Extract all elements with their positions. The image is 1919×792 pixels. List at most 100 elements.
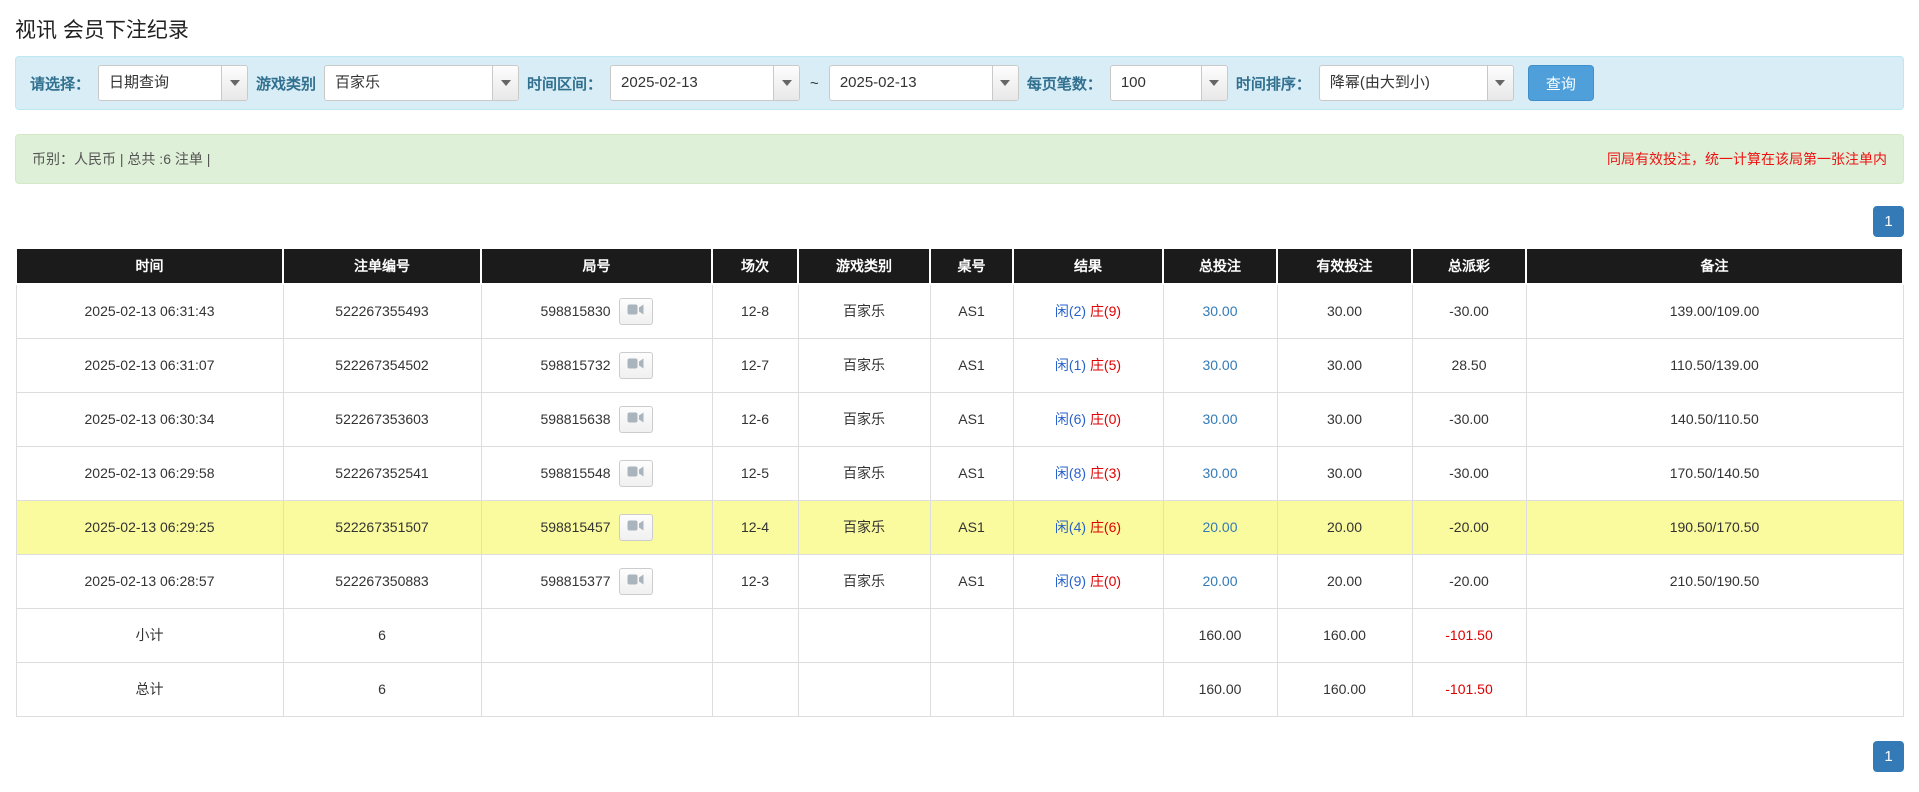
pagination-top: 1 — [15, 206, 1904, 237]
column-header: 有效投注 — [1277, 248, 1412, 284]
date-to-select[interactable]: 2025-02-13 — [829, 65, 1019, 101]
game-type-select[interactable]: 百家乐 — [324, 65, 519, 101]
session-cell: 12-7 — [712, 338, 798, 392]
table-no-cell: AS1 — [930, 284, 1013, 338]
table-row: 2025-02-13 06:29:25522267351507598815457… — [16, 500, 1903, 554]
result-cell: 闲(4) 庄(6) — [1013, 500, 1163, 554]
summary-empty-cell — [930, 662, 1013, 716]
summary-empty-cell — [712, 662, 798, 716]
payout-cell: -30.00 — [1412, 284, 1526, 338]
time-cell: 2025-02-13 06:29:58 — [16, 446, 283, 500]
total-bet-link[interactable]: 20.00 — [1202, 573, 1237, 589]
remark-cell: 210.50/190.50 — [1526, 554, 1903, 608]
round-id-wrap: 598815457 — [488, 514, 706, 541]
table-header-row: 时间注单编号局号场次游戏类别桌号结果总投注有效投注总派彩备注 — [16, 248, 1903, 284]
video-replay-button[interactable] — [619, 568, 653, 595]
total-bet-link[interactable]: 30.00 — [1202, 465, 1237, 481]
round-id-wrap: 598815830 — [488, 298, 706, 325]
summary-label-cell: 小计 — [16, 608, 283, 662]
video-replay-icon — [627, 519, 644, 535]
time-cell: 2025-02-13 06:29:25 — [16, 500, 283, 554]
chevron-down-icon[interactable] — [492, 66, 518, 100]
player-result: 闲(9) — [1055, 573, 1086, 589]
column-header: 时间 — [16, 248, 283, 284]
search-button[interactable]: 查询 — [1528, 65, 1594, 101]
date-from-select[interactable]: 2025-02-13 — [610, 65, 800, 101]
valid-bet-cell: 30.00 — [1277, 338, 1412, 392]
valid-bet-cell: 20.00 — [1277, 500, 1412, 554]
summary-empty-cell — [798, 662, 930, 716]
video-replay-button[interactable] — [619, 514, 653, 541]
payout-cell: 28.50 — [1412, 338, 1526, 392]
game-type-cell: 百家乐 — [798, 554, 930, 608]
round-id-text: 598815548 — [540, 465, 610, 481]
video-replay-button[interactable] — [619, 460, 653, 487]
page-size-select[interactable]: 100 — [1110, 65, 1228, 101]
chevron-down-icon[interactable] — [1201, 66, 1227, 100]
bet-id-cell: 522267354502 — [283, 338, 481, 392]
page-size-value: 100 — [1111, 66, 1201, 100]
summary-payout-cell: -101.50 — [1412, 662, 1526, 716]
time-cell: 2025-02-13 06:31:07 — [16, 338, 283, 392]
video-replay-button[interactable] — [619, 298, 653, 325]
chevron-down-icon[interactable] — [221, 66, 247, 100]
player-result: 闲(2) — [1055, 303, 1086, 319]
total-bet-cell: 30.00 — [1163, 392, 1277, 446]
session-cell: 12-6 — [712, 392, 798, 446]
result-cell: 闲(2) 庄(9) — [1013, 284, 1163, 338]
summary-count-cell: 6 — [283, 608, 481, 662]
game-type-label: 游戏类别 — [256, 73, 316, 94]
round-id-text: 598815377 — [540, 573, 610, 589]
pagination-page-1-button[interactable]: 1 — [1873, 206, 1904, 237]
total-bet-link[interactable]: 30.00 — [1202, 357, 1237, 373]
round-id-text: 598815732 — [540, 357, 610, 373]
game-type-cell: 百家乐 — [798, 500, 930, 554]
round-id-text: 598815638 — [540, 411, 610, 427]
filter-bar: 请选择： 日期查询 游戏类别 百家乐 时间区间： 2025-02-13 ~ 20… — [15, 56, 1904, 110]
summary-label-cell: 总计 — [16, 662, 283, 716]
session-cell: 12-5 — [712, 446, 798, 500]
summary-empty-cell — [930, 608, 1013, 662]
banker-result: 庄(0) — [1090, 411, 1121, 427]
summary-empty-cell — [1013, 662, 1163, 716]
column-header: 备注 — [1526, 248, 1903, 284]
summary-total-bet-cell: 160.00 — [1163, 608, 1277, 662]
round-id-cell: 598815638 — [481, 392, 712, 446]
date-type-value: 日期查询 — [99, 66, 221, 100]
total-bet-cell: 30.00 — [1163, 338, 1277, 392]
game-type-cell: 百家乐 — [798, 338, 930, 392]
total-bet-link[interactable]: 20.00 — [1202, 519, 1237, 535]
table-row: 2025-02-13 06:30:34522267353603598815638… — [16, 392, 1903, 446]
column-header: 局号 — [481, 248, 712, 284]
sort-order-label: 时间排序： — [1236, 73, 1311, 94]
chevron-down-icon[interactable] — [773, 66, 799, 100]
chevron-down-icon[interactable] — [1487, 66, 1513, 100]
video-replay-icon — [627, 465, 644, 481]
total-bet-link[interactable]: 30.00 — [1202, 411, 1237, 427]
time-cell: 2025-02-13 06:31:43 — [16, 284, 283, 338]
player-result: 闲(6) — [1055, 411, 1086, 427]
round-id-wrap: 598815377 — [488, 568, 706, 595]
summary-payout-cell: -101.50 — [1412, 608, 1526, 662]
video-replay-button[interactable] — [619, 406, 653, 433]
summary-bar: 币别：人民币 | 总共 :6 注单 | 同局有效投注，统一计算在该局第一张注单内 — [15, 134, 1904, 184]
column-header: 结果 — [1013, 248, 1163, 284]
game-type-cell: 百家乐 — [798, 284, 930, 338]
video-replay-button[interactable] — [619, 352, 653, 379]
date-type-select[interactable]: 日期查询 — [98, 65, 248, 101]
column-header: 总派彩 — [1412, 248, 1526, 284]
summary-total-bet-cell: 160.00 — [1163, 662, 1277, 716]
total-bet-cell: 20.00 — [1163, 554, 1277, 608]
game-type-cell: 百家乐 — [798, 392, 930, 446]
pagination-page-1-button[interactable]: 1 — [1873, 741, 1904, 772]
banker-result: 庄(6) — [1090, 519, 1121, 535]
summary-empty-cell — [1013, 608, 1163, 662]
date-to-value: 2025-02-13 — [830, 66, 992, 100]
sort-order-select[interactable]: 降幂(由大到小) — [1319, 65, 1514, 101]
time-cell: 2025-02-13 06:30:34 — [16, 392, 283, 446]
chevron-down-icon[interactable] — [992, 66, 1018, 100]
round-id-text: 598815830 — [540, 303, 610, 319]
round-id-cell: 598815457 — [481, 500, 712, 554]
summary-empty-cell — [481, 608, 712, 662]
total-bet-link[interactable]: 30.00 — [1202, 303, 1237, 319]
